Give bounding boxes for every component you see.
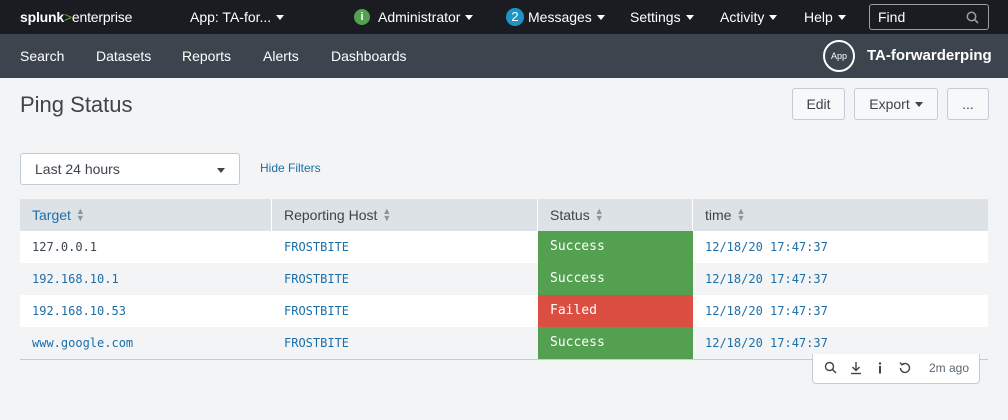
help-menu[interactable]: Help (804, 0, 846, 34)
cell-status[interactable]: Success (538, 231, 693, 263)
activity-menu-label: Activity (720, 9, 765, 25)
app-bar: Search Datasets Reports Alerts Dashboard… (0, 34, 1008, 78)
search-icon[interactable] (823, 360, 839, 376)
table-header: Target ▲ ▼ Reporting Host ▲ ▼ Status ▲ ▼ time ▲… (20, 199, 988, 231)
cell-reporting-host[interactable]: FROSTBITE (272, 295, 538, 327)
more-actions-button[interactable]: ... (947, 88, 989, 120)
export-button-label: Export (869, 96, 910, 112)
cell-target[interactable]: 127.0.0.1 (20, 231, 272, 263)
logo-separator: > (63, 9, 72, 25)
sort-icon: ▲ ▼ (382, 206, 392, 224)
logo-enterprise: enterprise (71, 9, 133, 25)
column-header-label: Target (32, 207, 71, 223)
column-header-label: Reporting Host (284, 207, 378, 223)
app-name: TA-forwarderping (867, 47, 992, 64)
sort-icon: ▲ ▼ (75, 206, 85, 224)
cell-time[interactable]: 12/18/20 17:47:37 (693, 263, 988, 295)
activity-menu[interactable]: Activity (720, 0, 778, 34)
export-button[interactable]: Export (854, 88, 938, 120)
cell-target[interactable]: 192.168.10.53 (20, 295, 272, 327)
app-menu[interactable]: App: TA-for... (190, 0, 285, 34)
table-row[interactable]: 192.168.10.53 FROSTBITE Failed 12/18/20 … (20, 295, 988, 327)
chevron-down-icon (914, 101, 923, 107)
splunk-top-bar: splunk>enterprise App: TA-for... i Admini… (0, 0, 1008, 34)
info-icon[interactable] (872, 360, 888, 376)
column-header-time[interactable]: time ▲ ▼ (693, 199, 988, 231)
find-input[interactable]: Find (869, 4, 989, 30)
chevron-down-icon (596, 14, 605, 20)
page-title: Ping Status (20, 92, 133, 117)
column-header-label: Status (550, 207, 590, 223)
last-updated-text: 2m ago (929, 361, 970, 375)
chevron-down-icon (465, 14, 474, 20)
column-header-reporting-host[interactable]: Reporting Host ▲ ▼ (272, 199, 538, 231)
messages-menu-label: Messages (528, 9, 592, 25)
settings-menu-label: Settings (630, 9, 681, 25)
messages-menu[interactable]: 2 Messages (506, 0, 605, 34)
messages-count-badge: 2 (506, 8, 524, 27)
chevron-down-icon (217, 168, 225, 173)
download-icon[interactable] (848, 360, 864, 376)
splunk-logo[interactable]: splunk>enterprise (20, 0, 132, 34)
app-menu-label: App: TA-for... (190, 9, 272, 25)
info-badge-icon: i (354, 9, 370, 26)
chevron-down-icon (769, 14, 778, 20)
search-icon (966, 11, 979, 24)
cell-status[interactable]: Failed (538, 295, 693, 327)
cell-target[interactable]: www.google.com (20, 327, 272, 359)
nav-search[interactable]: Search (20, 34, 64, 78)
cell-reporting-host[interactable]: FROSTBITE (272, 231, 538, 263)
table-row[interactable]: 192.168.10.1 FROSTBITE Success 12/18/20 … (20, 263, 988, 295)
logo-splunk: splunk (20, 9, 64, 25)
refresh-icon[interactable] (897, 360, 913, 376)
chevron-down-icon (837, 14, 846, 20)
user-menu[interactable]: i Administrator (354, 0, 474, 34)
cell-reporting-host[interactable]: FROSTBITE (272, 263, 538, 295)
ping-status-table: Target ▲ ▼ Reporting Host ▲ ▼ Status ▲ ▼ time ▲… (20, 199, 988, 359)
column-header-label: time (705, 207, 732, 223)
find-placeholder: Find (878, 9, 906, 25)
chevron-down-icon (685, 14, 694, 20)
panel-footer-tools: 2m ago (812, 354, 980, 384)
cell-reporting-host[interactable]: FROSTBITE (272, 327, 538, 359)
edit-button[interactable]: Edit (792, 88, 845, 120)
cell-status[interactable]: Success (538, 327, 693, 359)
cell-time[interactable]: 12/18/20 17:47:37 (693, 231, 988, 263)
app-icon: App (823, 40, 855, 72)
hide-filters-link[interactable]: Hide Filters (260, 161, 321, 175)
user-menu-label: Administrator (378, 9, 461, 25)
cell-time[interactable]: 12/18/20 17:47:37 (693, 295, 988, 327)
table-row[interactable]: 127.0.0.1 FROSTBITE Success 12/18/20 17:… (20, 231, 988, 263)
sort-icon: ▲ ▼ (736, 206, 746, 224)
nav-alerts[interactable]: Alerts (263, 34, 299, 78)
help-menu-label: Help (804, 9, 833, 25)
column-header-status[interactable]: Status ▲ ▼ (538, 199, 693, 231)
nav-reports[interactable]: Reports (182, 34, 231, 78)
time-range-picker[interactable]: Last 24 hours (20, 153, 240, 185)
chevron-down-icon (276, 14, 285, 20)
cell-target[interactable]: 192.168.10.1 (20, 263, 272, 295)
nav-dashboards[interactable]: Dashboards (331, 34, 407, 78)
nav-datasets[interactable]: Datasets (96, 34, 151, 78)
sort-icon: ▲ ▼ (594, 206, 604, 224)
cell-status[interactable]: Success (538, 263, 693, 295)
column-header-target[interactable]: Target ▲ ▼ (20, 199, 272, 231)
settings-menu[interactable]: Settings (630, 0, 694, 34)
time-range-value: Last 24 hours (35, 161, 120, 177)
